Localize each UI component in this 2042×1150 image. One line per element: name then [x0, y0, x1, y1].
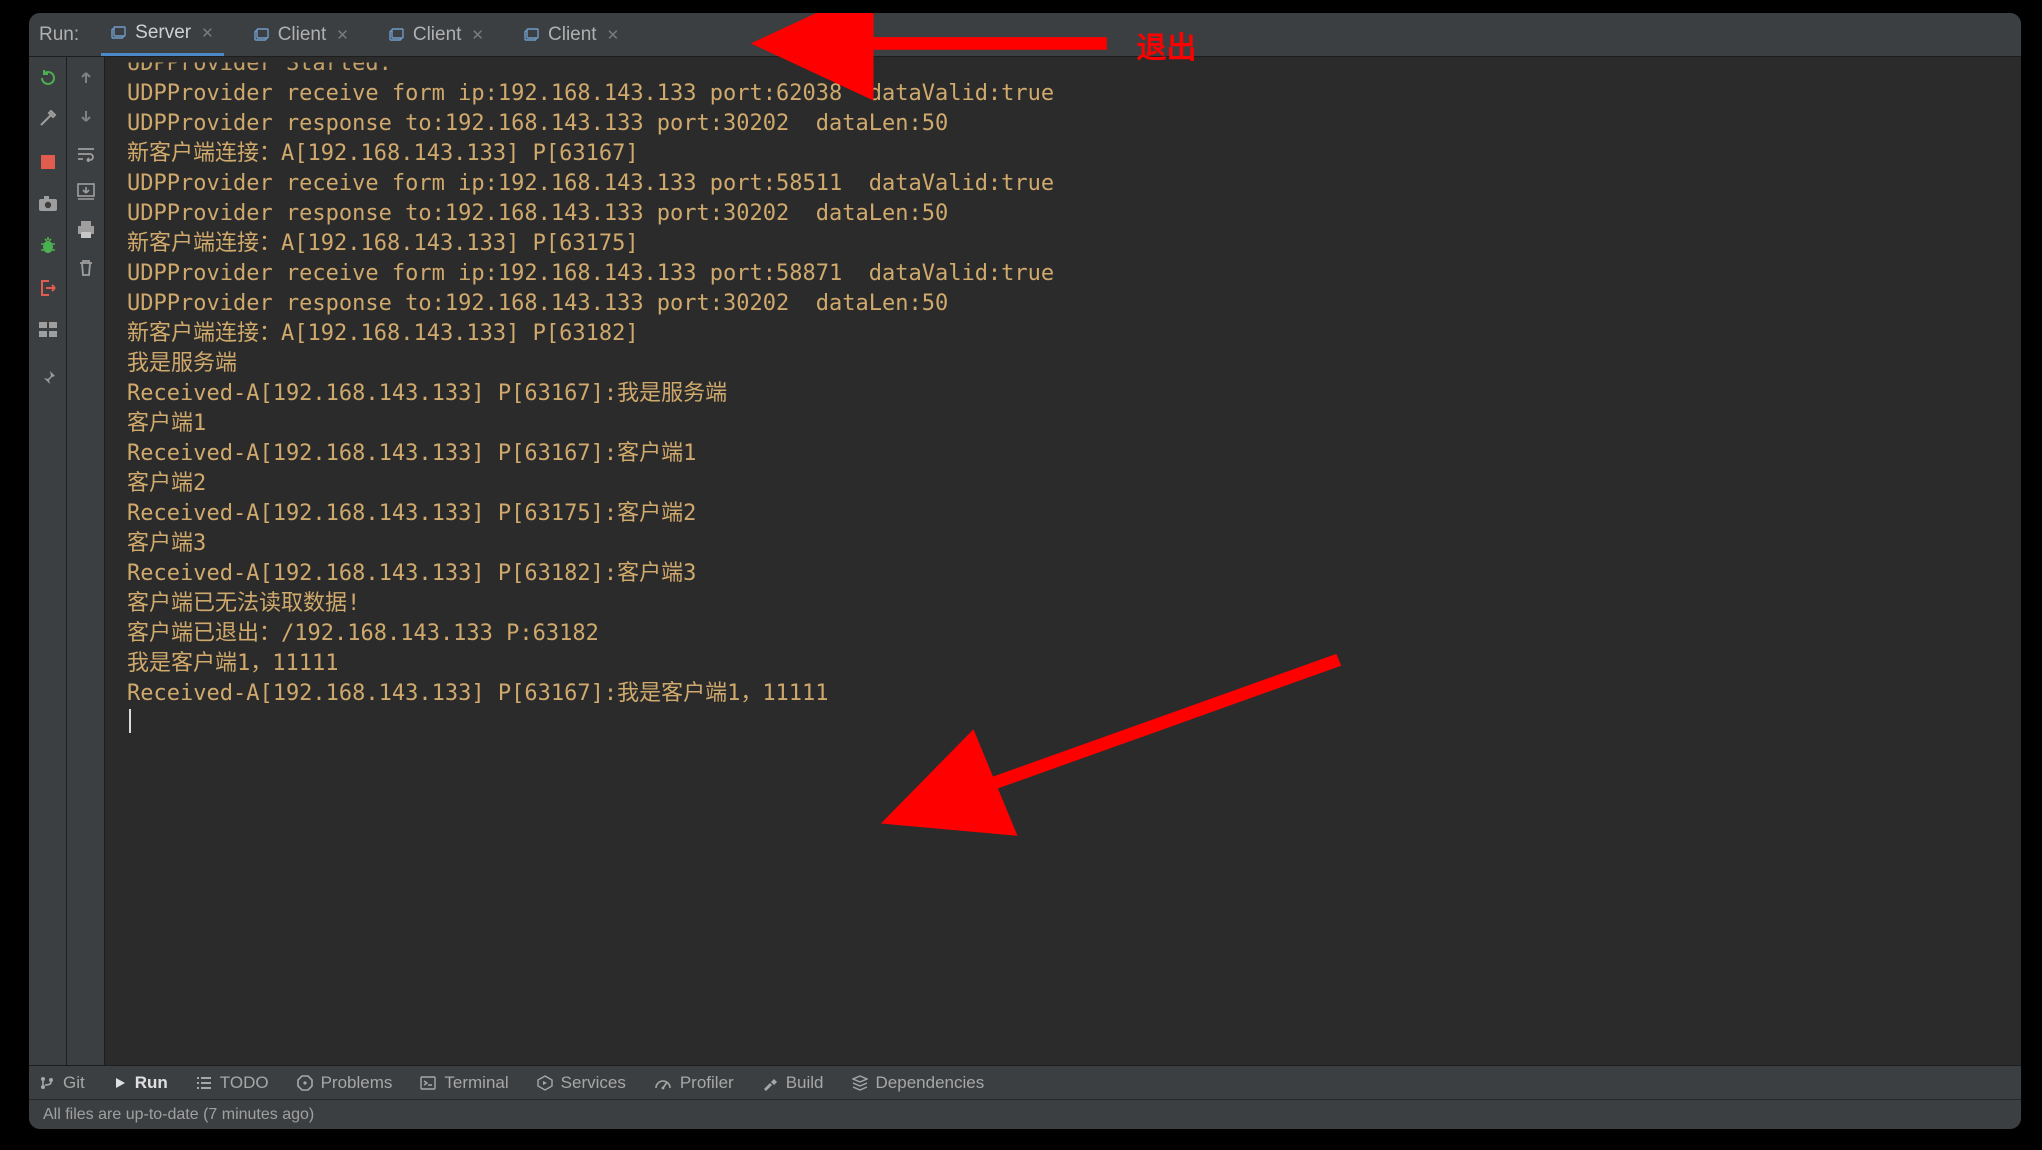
ide-run-toolwindow: Run: Server ✕ Client ✕ Client ✕	[28, 12, 2022, 1130]
close-icon[interactable]: ✕	[201, 24, 214, 42]
toolwin-label: Build	[786, 1073, 824, 1093]
tab-client-1[interactable]: Client ✕	[244, 13, 359, 56]
run-config-icon	[111, 26, 127, 40]
layers-icon	[852, 1075, 868, 1091]
status-text: All files are up-to-date (7 minutes ago)	[43, 1106, 314, 1124]
console-line: 我是客户端1，11111	[127, 649, 2013, 679]
tab-client-3[interactable]: Client ✕	[514, 13, 629, 56]
toolwin-label: Run	[135, 1073, 168, 1093]
camera-icon[interactable]	[37, 193, 59, 215]
tab-client-2[interactable]: Client ✕	[379, 13, 494, 56]
toolwin-profiler[interactable]: Profiler	[654, 1073, 734, 1093]
toolwin-label: Dependencies	[876, 1073, 985, 1093]
layout-icon[interactable]	[37, 319, 59, 341]
run-main: UDPProvider Started.UDPProvider receive …	[29, 57, 2021, 1065]
exit-icon[interactable]	[37, 277, 59, 299]
print-icon[interactable]	[75, 219, 97, 241]
pin-icon[interactable]	[37, 367, 59, 389]
down-arrow-icon[interactable]	[75, 105, 97, 127]
run-tabstrip: Run: Server ✕ Client ✕ Client ✕	[29, 13, 2021, 57]
console-line: UDPProvider Started.	[127, 57, 2013, 79]
up-arrow-icon[interactable]	[75, 67, 97, 89]
tab-label: Server	[135, 22, 191, 44]
toolwin-services[interactable]: Services	[537, 1073, 626, 1093]
console-line: 客户端2	[127, 469, 2013, 499]
toolwin-run[interactable]: Run	[113, 1073, 168, 1093]
console-line: 客户端3	[127, 529, 2013, 559]
terminal-icon	[420, 1076, 436, 1090]
console-line: 客户端已无法读取数据!	[127, 589, 2013, 619]
console-line: Received-A[192.168.143.133] P[63167]:我是服…	[127, 379, 2013, 409]
settings-icon[interactable]	[37, 109, 59, 131]
status-bar: All files are up-to-date (7 minutes ago)	[29, 1099, 2021, 1129]
console-line: 新客户端连接：A[192.168.143.133] P[63182]	[127, 319, 2013, 349]
play-icon	[113, 1076, 127, 1090]
close-icon[interactable]: ✕	[471, 26, 484, 44]
list-icon	[196, 1076, 212, 1090]
console-line: UDPProvider response to:192.168.143.133 …	[127, 199, 2013, 229]
console-caret-line	[127, 709, 2013, 739]
toolwin-label: TODO	[220, 1073, 269, 1093]
branch-icon	[39, 1075, 55, 1091]
bug-icon[interactable]	[37, 235, 59, 257]
scroll-to-end-icon[interactable]	[75, 181, 97, 203]
rerun-icon[interactable]	[37, 67, 59, 89]
toolwin-terminal[interactable]: Terminal	[420, 1073, 508, 1093]
stop-sign-icon	[297, 1075, 313, 1091]
run-gutter-secondary	[67, 57, 105, 1065]
console-line: Received-A[192.168.143.133] P[63175]:客户端…	[127, 499, 2013, 529]
console-line: UDPProvider receive form ip:192.168.143.…	[127, 169, 2013, 199]
toolwin-build[interactable]: Build	[762, 1073, 824, 1093]
run-config-icon	[389, 28, 405, 42]
close-icon[interactable]: ✕	[607, 26, 620, 44]
toolwin-todo[interactable]: TODO	[196, 1073, 269, 1093]
run-gutter-primary	[29, 57, 67, 1065]
toolwin-label: Problems	[321, 1073, 393, 1093]
toolwin-git[interactable]: Git	[39, 1073, 85, 1093]
close-icon[interactable]: ✕	[336, 26, 349, 44]
toolwin-label: Services	[561, 1073, 626, 1093]
tab-label: Client	[278, 24, 327, 46]
console-line: UDPProvider receive form ip:192.168.143.…	[127, 79, 2013, 109]
console-line: Received-A[192.168.143.133] P[63167]:我是客…	[127, 679, 2013, 709]
console-line: 新客户端连接：A[192.168.143.133] P[63167]	[127, 139, 2013, 169]
tab-label: Client	[413, 24, 462, 46]
stop-icon[interactable]	[37, 151, 59, 173]
input-caret	[129, 709, 131, 733]
run-config-icon	[524, 28, 540, 42]
console-line: 客户端已退出：/192.168.143.133 P:63182	[127, 619, 2013, 649]
console-line: UDPProvider response to:192.168.143.133 …	[127, 289, 2013, 319]
services-icon	[537, 1075, 553, 1091]
console-line: 客户端1	[127, 409, 2013, 439]
console-line: UDPProvider response to:192.168.143.133 …	[127, 109, 2013, 139]
tab-server[interactable]: Server ✕	[101, 13, 224, 56]
trash-icon[interactable]	[75, 257, 97, 279]
tab-label: Client	[548, 24, 597, 46]
toolwin-label: Profiler	[680, 1073, 734, 1093]
console-line: 新客户端连接：A[192.168.143.133] P[63175]	[127, 229, 2013, 259]
toolwin-label: Git	[63, 1073, 85, 1093]
tool-window-tabs: Git Run TODO Problems Terminal Services …	[29, 1065, 2021, 1099]
toolwin-label: Terminal	[444, 1073, 508, 1093]
wrap-icon[interactable]	[75, 143, 97, 165]
toolwin-dependencies[interactable]: Dependencies	[852, 1073, 985, 1093]
run-config-icon	[254, 28, 270, 42]
console-line: UDPProvider receive form ip:192.168.143.…	[127, 259, 2013, 289]
run-label: Run:	[39, 24, 79, 46]
hammer-icon	[762, 1075, 778, 1091]
gauge-icon	[654, 1076, 672, 1090]
console-line: Received-A[192.168.143.133] P[63182]:客户端…	[127, 559, 2013, 589]
console-line: 我是服务端	[127, 349, 2013, 379]
toolwin-problems[interactable]: Problems	[297, 1073, 393, 1093]
console-line: Received-A[192.168.143.133] P[63167]:客户端…	[127, 439, 2013, 469]
console-output[interactable]: UDPProvider Started.UDPProvider receive …	[105, 57, 2021, 1065]
